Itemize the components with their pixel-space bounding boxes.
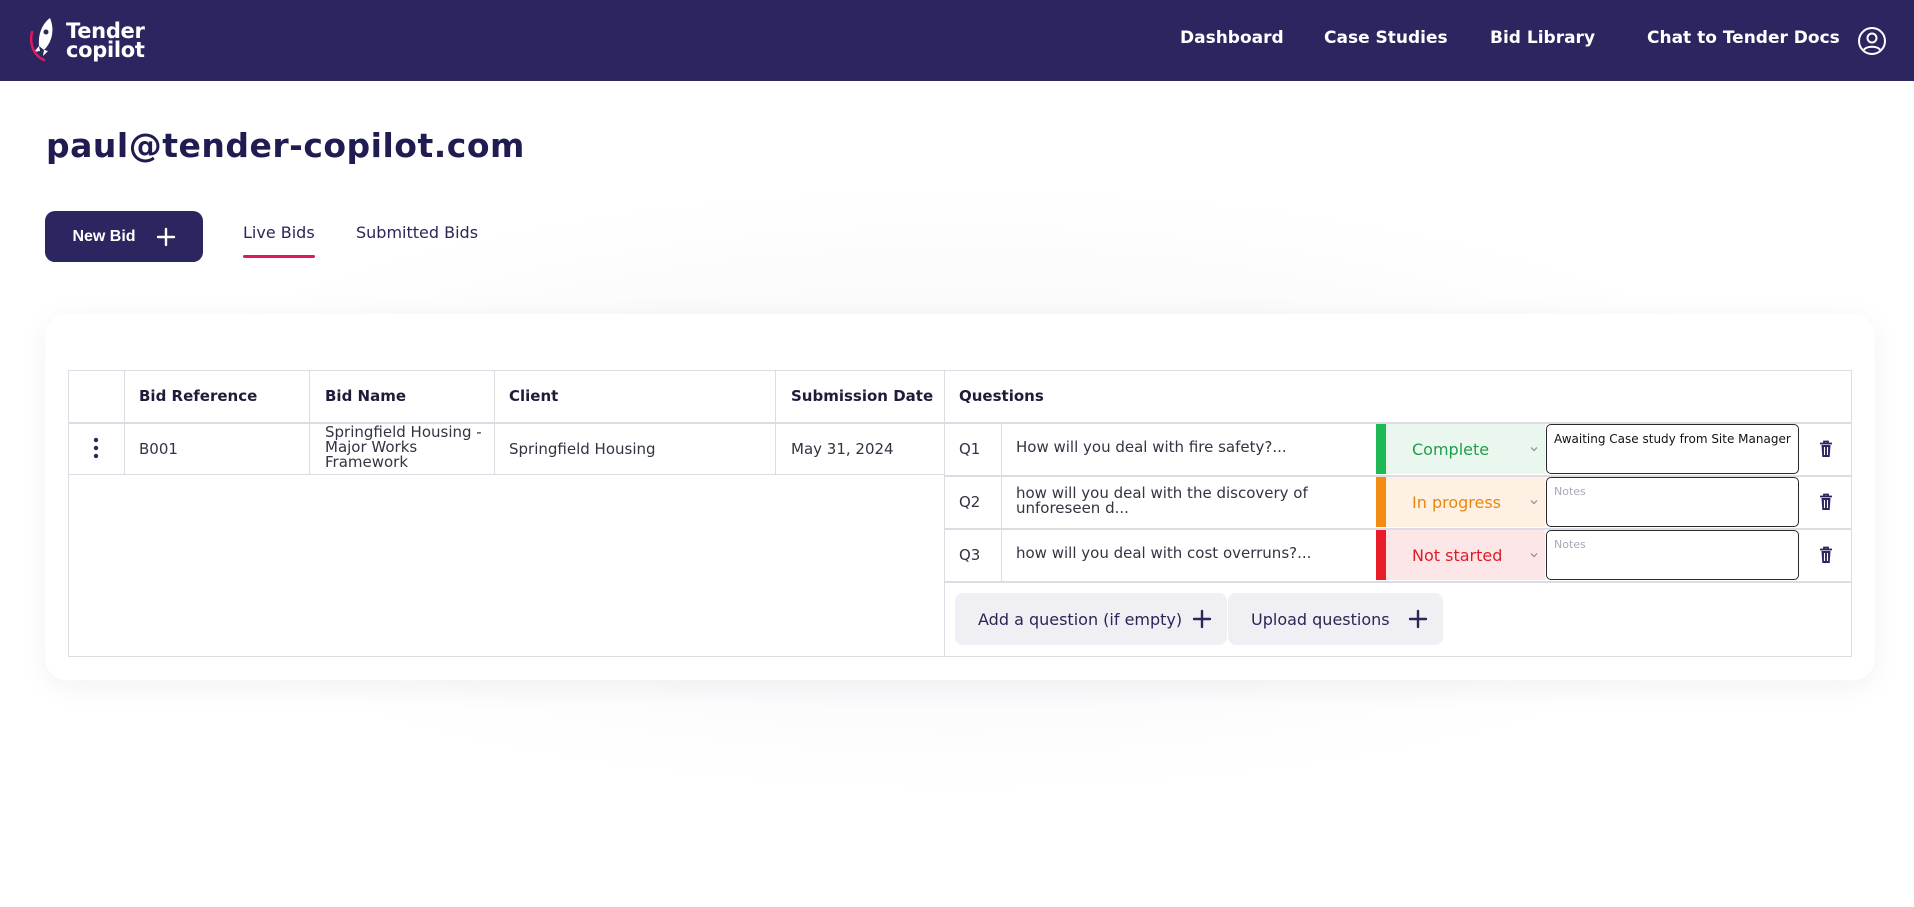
table-row-divider	[68, 474, 944, 475]
page-title-user-email: paul@tender-copilot.com	[46, 126, 525, 165]
question-number-divider	[1001, 423, 1002, 582]
question-text[interactable]: how will you deal with cost overruns?...	[1016, 546, 1356, 561]
header-client: Client	[509, 387, 559, 405]
header-questions: Questions	[959, 387, 1044, 405]
plus-icon	[1192, 609, 1212, 629]
upload-questions-button[interactable]: Upload questions	[1228, 593, 1443, 645]
user-account-icon[interactable]	[1857, 26, 1887, 56]
add-question-button[interactable]: Add a question (if empty)	[955, 593, 1227, 645]
status-indicator-in-progress	[1376, 477, 1386, 527]
brand-logo[interactable]: Tender copilot	[28, 14, 148, 68]
tab-submitted-bids[interactable]: Submitted Bids	[356, 223, 478, 242]
question-divider	[944, 581, 1852, 583]
chevron-down-icon	[1530, 500, 1538, 505]
header-submission-date: Submission Date	[791, 387, 934, 405]
cell-client: Springfield Housing	[509, 440, 656, 458]
chevron-down-icon	[1530, 447, 1538, 452]
delete-question-icon[interactable]	[1818, 440, 1834, 458]
question-number: Q2	[959, 493, 981, 511]
upload-questions-label: Upload questions	[1251, 609, 1390, 629]
cell-bid-name: Springfield Housing - Major Works Framew…	[325, 423, 482, 471]
column-divider	[494, 370, 495, 475]
tab-live-bids[interactable]: Live Bids	[243, 223, 315, 258]
cell-bid-reference: B001	[139, 440, 178, 458]
status-indicator-complete	[1376, 424, 1386, 474]
status-indicator-not-started	[1376, 530, 1386, 580]
nav-chat-to-tender-docs[interactable]: Chat to Tender Docs	[1647, 28, 1840, 48]
nav-dashboard[interactable]: Dashboard	[1180, 28, 1284, 48]
question-number: Q1	[959, 440, 981, 458]
new-bid-label: New Bid	[72, 227, 136, 245]
chevron-down-icon	[1530, 553, 1538, 558]
plus-icon	[156, 227, 175, 246]
column-divider	[309, 370, 310, 475]
notes-field[interactable]: Awaiting Case study from Site Manager	[1546, 424, 1799, 474]
nav-case-studies[interactable]: Case Studies	[1324, 28, 1448, 48]
status-value: Complete	[1412, 439, 1490, 459]
delete-question-icon[interactable]	[1818, 546, 1834, 564]
header-bid-reference: Bid Reference	[139, 387, 258, 405]
column-divider	[775, 370, 776, 475]
plus-icon	[1408, 609, 1428, 629]
question-text[interactable]: How will you deal with fire safety?...	[1016, 440, 1356, 455]
status-select-not-started[interactable]: Not started	[1386, 530, 1545, 580]
row-options-icon[interactable]	[88, 436, 104, 460]
column-divider	[944, 370, 945, 657]
column-divider	[124, 370, 125, 475]
status-value: In progress	[1412, 492, 1502, 512]
question-number: Q3	[959, 546, 981, 564]
brand-wordmark: Tender copilot	[66, 21, 145, 62]
new-bid-button[interactable]: New Bid	[45, 211, 203, 262]
top-nav-bar: Tender copilot Dashboard Case Studies Bi…	[0, 0, 1914, 81]
status-value: Not started	[1412, 545, 1503, 565]
cell-submission-date: May 31, 2024	[791, 440, 894, 458]
notes-field[interactable]: Notes	[1546, 530, 1799, 580]
brand-line-2: copilot	[66, 38, 145, 62]
status-select-complete[interactable]: Complete	[1386, 424, 1545, 474]
rocket-logo-icon	[29, 18, 53, 62]
notes-field[interactable]: Notes	[1546, 477, 1799, 527]
add-question-label: Add a question (if empty)	[978, 609, 1183, 629]
header-bid-name: Bid Name	[325, 387, 407, 405]
status-select-in-progress[interactable]: In progress	[1386, 477, 1545, 527]
nav-bid-library[interactable]: Bid Library	[1490, 28, 1595, 48]
question-text[interactable]: how will you deal with the discovery of …	[1016, 486, 1356, 516]
delete-question-icon[interactable]	[1818, 493, 1834, 511]
